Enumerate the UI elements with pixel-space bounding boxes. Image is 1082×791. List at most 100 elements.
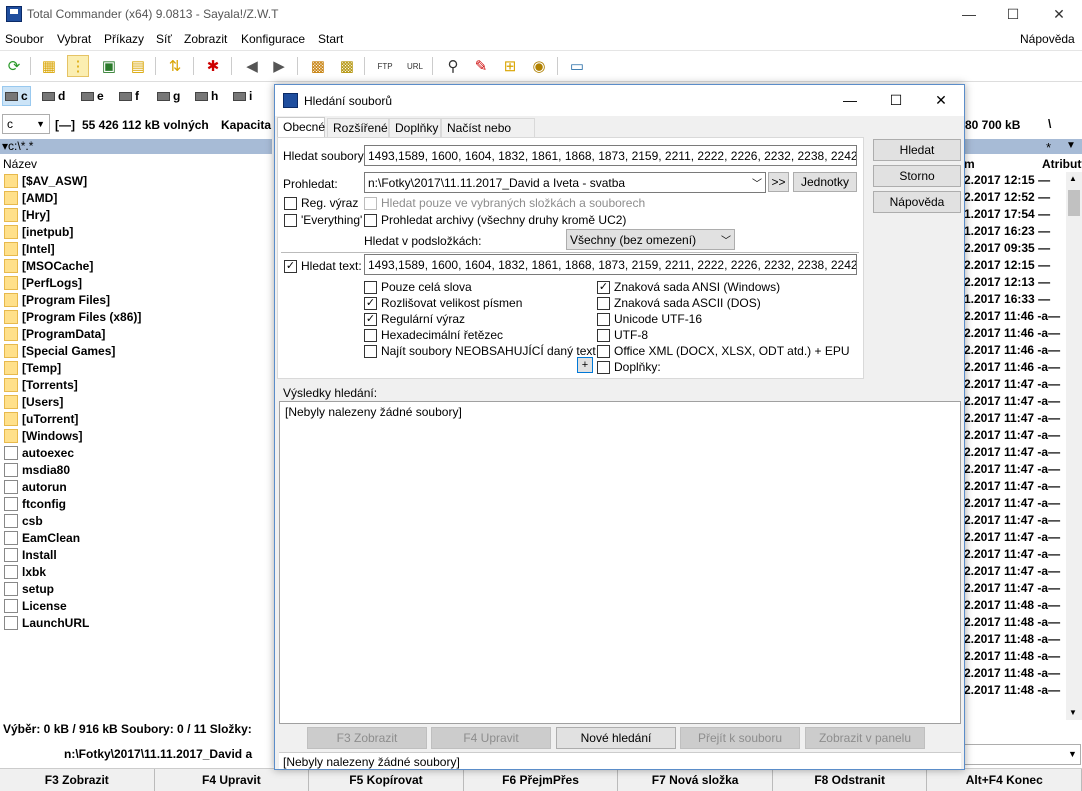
file-row[interactable]: [PerfLogs] <box>0 274 272 291</box>
f5-copy-button[interactable]: F5 Kopírovat <box>309 769 464 791</box>
dialog-close-button[interactable]: ✕ <box>918 85 964 116</box>
right-file-row[interactable]: 2.2017 11:47 -a— <box>964 393 1066 410</box>
right-file-row[interactable]: 2.2017 11:47 -a— <box>964 461 1066 478</box>
option-checkbox[interactable]: ✓ Rozlišovat velikost písmen <box>364 295 596 311</box>
file-row[interactable]: [Program Files (x86)] <box>0 308 272 325</box>
option-checkbox[interactable]: Najít soubory NEOBSAHUJÍCÍ daný text <box>364 343 596 359</box>
right-file-row[interactable]: 2.2017 12:15 — <box>964 257 1066 274</box>
f6-move-button[interactable]: F6 PřejmPřes <box>464 769 619 791</box>
refresh-icon[interactable]: ⟳ <box>3 55 25 77</box>
right-file-row[interactable]: 2.2017 11:47 -a— <box>964 410 1066 427</box>
file-row[interactable]: autoexec <box>0 444 272 461</box>
right-file-row[interactable]: 2.2017 11:48 -a— <box>964 665 1066 682</box>
disk-icon[interactable]: ◉ <box>528 55 550 77</box>
file-row[interactable]: LaunchURL <box>0 614 272 631</box>
select-icon[interactable]: ✱ <box>202 55 224 77</box>
full-view-icon[interactable]: ⋮ <box>67 55 89 77</box>
right-file-row[interactable]: 2.2017 11:47 -a— <box>964 512 1066 529</box>
chevron-down-icon[interactable]: ﹀ <box>748 175 762 190</box>
file-row[interactable]: [ProgramData] <box>0 325 272 342</box>
file-row[interactable]: [Temp] <box>0 359 272 376</box>
option-checkbox[interactable]: Znaková sada ASCII (DOS) <box>597 295 850 311</box>
menu-prikazy[interactable]: Příkazy <box>104 32 144 46</box>
right-file-row[interactable]: 2.2017 12:15 — <box>964 172 1066 189</box>
right-file-row[interactable]: 2.2017 11:47 -a— <box>964 376 1066 393</box>
right-file-row[interactable]: 1.2017 16:33 — <box>964 291 1066 308</box>
right-file-row[interactable]: 2.2017 11:46 -a— <box>964 308 1066 325</box>
url-icon[interactable]: URL <box>404 55 426 77</box>
menu-konfigurace[interactable]: Konfigurace <box>241 32 305 46</box>
right-file-row[interactable]: 2.2017 11:47 -a— <box>964 427 1066 444</box>
column-name-header[interactable]: Název <box>3 156 37 172</box>
file-row[interactable]: [Hry] <box>0 206 272 223</box>
maximize-button[interactable]: ☐ <box>990 0 1036 28</box>
right-file-row[interactable]: 2.2017 12:52 — <box>964 189 1066 206</box>
dialog-minimize-button[interactable]: — <box>827 85 873 116</box>
right-file-row[interactable]: 2.2017 11:47 -a— <box>964 529 1066 546</box>
f3-view-result-button[interactable]: F3 Zobrazit <box>307 727 427 749</box>
drive-g[interactable]: g <box>155 86 182 106</box>
tab-doplnky[interactable]: Doplňky <box>389 118 441 138</box>
file-row[interactable]: [Intel] <box>0 240 272 257</box>
option-checkbox[interactable]: ✓ Regulární výraz <box>364 311 596 327</box>
file-row[interactable]: [MSOCache] <box>0 257 272 274</box>
tab-obecne[interactable]: Obecné <box>277 117 325 139</box>
tree-icon[interactable]: ▤ <box>127 55 149 77</box>
option-checkbox[interactable]: Hexadecimální řetězec <box>364 327 596 343</box>
pack-icon[interactable]: ▩ <box>307 55 329 77</box>
subdirs-select[interactable]: Všechny (bez omezení) ﹀ <box>566 229 735 250</box>
f3-view-button[interactable]: F3 Zobrazit <box>0 769 155 791</box>
drive-h[interactable]: h <box>193 86 220 106</box>
brief-view-icon[interactable]: ▦ <box>38 55 60 77</box>
file-row[interactable]: [Torrents] <box>0 376 272 393</box>
option-checkbox[interactable]: Pouze celá slova <box>364 279 596 295</box>
unpack-icon[interactable]: ▩ <box>336 55 358 77</box>
option-checkbox[interactable]: Office XML (DOCX, XLSX, ODT atd.) + EPU <box>597 343 850 359</box>
f7-newfolder-button[interactable]: F7 Nová složka <box>618 769 773 791</box>
forward-arrow-icon[interactable]: ▶ <box>268 55 290 77</box>
menu-start[interactable]: Start <box>318 32 343 46</box>
compare-icon[interactable]: ⊞ <box>499 55 521 77</box>
drives-button[interactable]: Jednotky <box>793 172 857 192</box>
column-attr-header[interactable]: Atributy <box>1042 156 1082 172</box>
right-file-row[interactable]: 2.2017 12:13 — <box>964 274 1066 291</box>
feed-to-panel-button[interactable]: Zobrazit v panelu <box>805 727 925 749</box>
new-search-button[interactable]: Nové hledání <box>556 727 676 749</box>
file-row[interactable]: [Special Games] <box>0 342 272 359</box>
file-row[interactable]: License <box>0 597 272 614</box>
search-in-input[interactable]: n:\Fotky\2017\11.11.2017_David a Iveta -… <box>364 172 766 193</box>
column-date-header[interactable]: m <box>964 156 975 172</box>
right-file-row[interactable]: 2.2017 11:47 -a— <box>964 495 1066 512</box>
option-checkbox[interactable]: UTF-8 <box>597 327 850 343</box>
close-button[interactable]: ✕ <box>1036 0 1082 28</box>
file-row[interactable]: Install <box>0 546 272 563</box>
option-checkbox[interactable]: ✓ Znaková sada ANSI (Windows) <box>597 279 850 295</box>
scroll-thumb[interactable] <box>1068 190 1080 216</box>
right-path-header[interactable]: * ▼ <box>964 139 1082 155</box>
tab-nacist-ulozit[interactable]: Načíst nebo uložit <box>441 118 535 149</box>
plus-button[interactable]: + <box>577 357 593 373</box>
cancel-button[interactable]: Storno <box>873 165 961 187</box>
file-row[interactable]: [inetpub] <box>0 223 272 240</box>
browse-button[interactable]: >> <box>768 172 789 192</box>
right-file-row[interactable]: 2.2017 11:47 -a— <box>964 478 1066 495</box>
results-list[interactable]: [Nebyly nalezeny žádné soubory] <box>279 401 961 724</box>
thumbnails-icon[interactable]: ▣ <box>98 55 120 77</box>
right-file-row[interactable]: 2.2017 11:46 -a— <box>964 325 1066 342</box>
drive-e[interactable]: e <box>79 86 106 106</box>
f4-edit-result-button[interactable]: F4 Upravit <box>431 727 551 749</box>
file-row[interactable]: [Users] <box>0 393 272 410</box>
find-text-checkbox[interactable]: ✓ Hledat text: <box>284 259 362 273</box>
help-button[interactable]: Nápověda <box>873 191 961 213</box>
right-scrollbar[interactable]: ▲ ▼ <box>1066 172 1082 720</box>
back-arrow-icon[interactable]: ◀ <box>241 55 263 77</box>
results-item[interactable]: [Nebyly nalezeny žádné soubory] <box>285 405 462 419</box>
option-checkbox[interactable]: Unicode UTF-16 <box>597 311 850 327</box>
everything-checkbox[interactable]: 'Everything' <box>284 213 362 227</box>
drive-combo[interactable]: c ▼ <box>2 114 50 134</box>
notepad-icon[interactable]: ▭ <box>566 55 588 77</box>
left-path-header[interactable]: ▾c:\*.* <box>0 139 272 154</box>
menu-vybrat[interactable]: Vybrat <box>57 32 91 46</box>
right-file-row[interactable]: 2.2017 11:46 -a— <box>964 359 1066 376</box>
command-line-input[interactable]: ▼ <box>964 744 1081 765</box>
